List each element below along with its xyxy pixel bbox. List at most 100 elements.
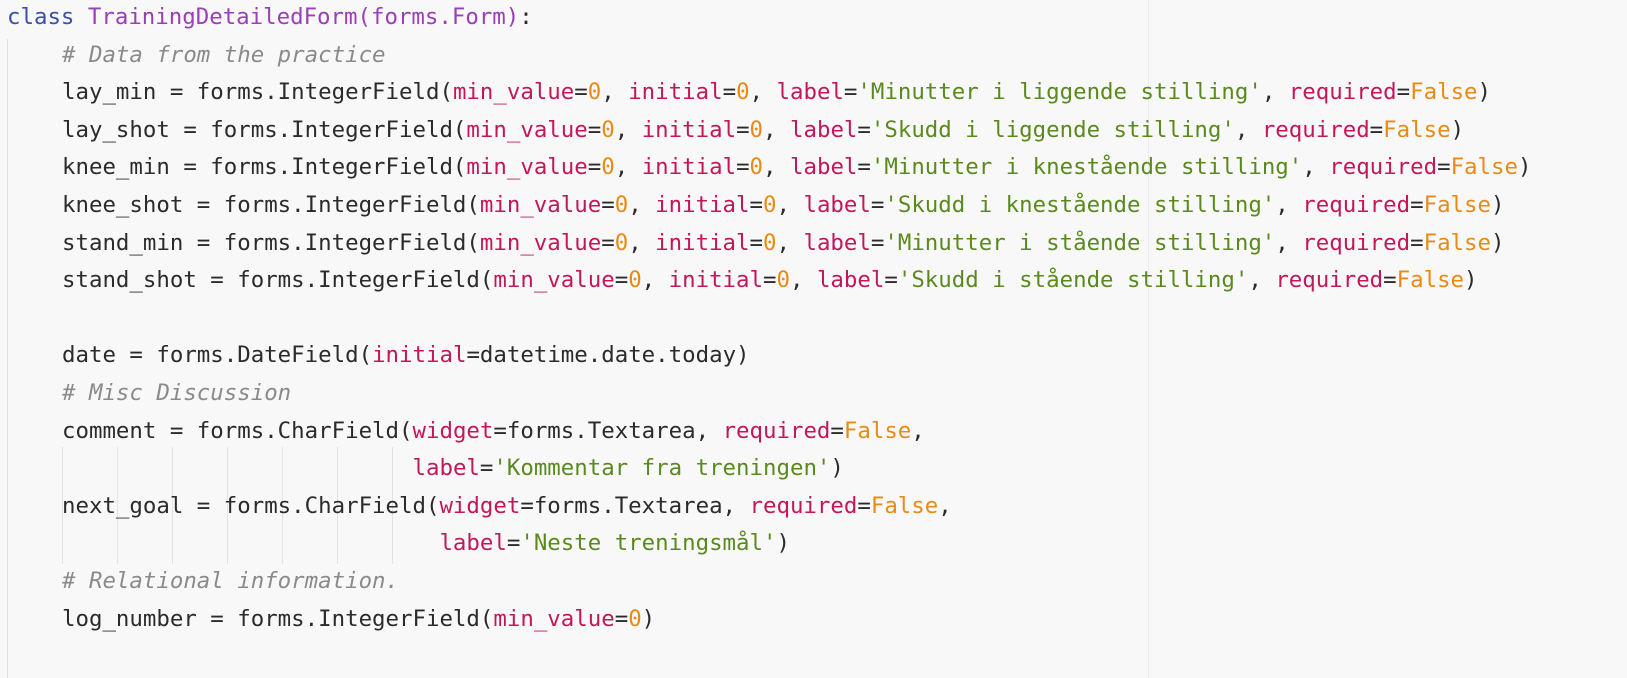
code-line[interactable]: # Relational information.: [7, 562, 399, 601]
literal: False: [1410, 79, 1478, 106]
code-text: ,: [938, 492, 952, 519]
code-text: =: [506, 530, 521, 557]
literal: 0: [763, 229, 777, 256]
code-text: =: [574, 79, 588, 106]
string-literal: 'Minutter i stående stilling': [884, 229, 1276, 256]
code-text: =forms.Textarea,: [493, 417, 723, 444]
code-text: =: [857, 154, 871, 181]
string-literal: 'Kommentar fra treningen': [493, 455, 831, 482]
code-line[interactable]: stand_shot = forms.IntegerField(min_valu…: [7, 261, 1478, 300]
comment: # Data from the practice: [62, 41, 386, 68]
keyword-argument: min_value: [493, 605, 615, 632]
code-text: =: [736, 154, 750, 181]
keyword: class: [7, 4, 88, 30]
code-text: lay_shot = forms.IntegerField(: [62, 116, 467, 143]
keyword-argument: initial: [655, 192, 750, 218]
code-text: ,: [614, 154, 642, 181]
keyword-argument: required: [1275, 267, 1384, 294]
code-text: ,: [1275, 192, 1303, 218]
code-text: =: [736, 116, 750, 143]
code-text: =: [749, 229, 764, 256]
code-line[interactable]: label='Neste treningsmål'): [7, 524, 790, 563]
keyword-argument: label: [412, 455, 480, 482]
code-text: next_goal = forms.CharField(: [62, 492, 440, 519]
literal: 0: [587, 79, 602, 106]
keyword-argument: required: [1302, 192, 1411, 218]
code-text: ,: [911, 417, 925, 444]
code-line[interactable]: knee_min = forms.IntegerField(min_value =…: [7, 148, 1531, 187]
string-literal: 'Minutter i liggende stilling': [857, 79, 1262, 106]
code-text: knee_min = forms.IntegerField(: [62, 154, 467, 181]
keyword-argument: min_value: [466, 154, 588, 181]
class-name: (forms.Form): [357, 4, 520, 30]
class-name: TrainingDetailedForm: [87, 4, 358, 30]
code-line[interactable]: next_goal = forms.CharField(widget=forms…: [7, 487, 952, 526]
keyword-argument: initial: [655, 229, 750, 256]
keyword-argument: initial: [641, 116, 737, 143]
code-text: :: [519, 4, 533, 30]
comment: # Misc Discussion: [62, 380, 292, 406]
code-line[interactable]: # Data from the practice: [7, 36, 386, 75]
literal: False: [1423, 229, 1491, 256]
code-text: ,: [776, 192, 804, 218]
keyword-argument: widget: [412, 417, 494, 444]
code-line[interactable]: # Misc Discussion: [7, 374, 291, 413]
code-text: ,: [1234, 116, 1262, 143]
code-text: =: [870, 229, 885, 256]
code-text: ): [1477, 79, 1492, 106]
code-text: =datetime.date.today): [466, 342, 750, 369]
literal: False: [1450, 154, 1518, 181]
code-text: ): [1491, 192, 1505, 218]
code-text: =: [830, 417, 844, 444]
literal: False: [843, 417, 912, 444]
code-text: ): [641, 605, 656, 632]
literal: 0: [736, 79, 750, 106]
literal: 0: [628, 267, 642, 294]
keyword-argument: min_value: [479, 229, 602, 256]
code-line[interactable]: log_number = forms.IntegerField(min_valu…: [7, 600, 655, 639]
code-text: =: [1369, 116, 1384, 143]
code-line[interactable]: class TrainingDetailedForm(forms.Form):: [7, 0, 533, 37]
code-line[interactable]: lay_min = forms.IntegerField(min_value=0…: [7, 73, 1491, 112]
code-line[interactable]: knee_shot = forms.IntegerField(min_value…: [7, 186, 1504, 225]
code-text: ,: [628, 229, 656, 256]
code-text: =: [479, 455, 494, 482]
keyword-argument: widget: [439, 492, 521, 519]
code-text: =: [614, 267, 629, 294]
keyword-argument: initial: [668, 267, 764, 294]
code-text: =: [1396, 79, 1411, 106]
code-text: =: [587, 116, 602, 143]
keyword-argument: label: [439, 530, 507, 557]
keyword-argument: label: [790, 154, 858, 181]
literal: False: [1396, 267, 1465, 294]
code-text: ): [776, 530, 790, 557]
literal: 0: [601, 116, 615, 143]
code-line[interactable]: stand_min = forms.IntegerField(min_value…: [7, 224, 1504, 263]
code-text: stand_min = forms.IntegerField(: [62, 229, 480, 256]
code-text: ,: [1302, 154, 1330, 181]
code-line[interactable]: lay_shot = forms.IntegerField(min_value=…: [7, 111, 1464, 150]
literal: False: [870, 492, 939, 519]
code-editor[interactable]: class TrainingDetailedForm(forms.Form): #…: [0, 0, 1627, 678]
keyword-argument: label: [803, 229, 871, 256]
code-text: =: [722, 79, 737, 106]
code-text: stand_shot = forms.IntegerField(: [62, 267, 494, 294]
code-text: lay_min = forms.IntegerField(: [62, 79, 453, 106]
code-text: =: [1410, 192, 1424, 218]
code-line[interactable]: comment = forms.CharField(widget=forms.T…: [7, 412, 925, 451]
code-text: ,: [1248, 267, 1276, 294]
keyword-argument: label: [816, 267, 885, 294]
keyword-argument: label: [803, 192, 871, 218]
code-line[interactable]: label='Kommentar fra treningen'): [7, 449, 844, 488]
literal: 0: [763, 192, 777, 218]
code-text: ,: [763, 116, 790, 143]
code-text: =: [1383, 267, 1397, 294]
keyword-argument: min_value: [466, 116, 588, 143]
code-text: =: [1410, 229, 1424, 256]
code-text: ,: [776, 229, 804, 256]
keyword-argument: initial: [641, 154, 737, 181]
code-text: ): [830, 455, 844, 482]
literal: 0: [614, 229, 629, 256]
code-line[interactable]: date = forms.DateField(initial=datetime.…: [7, 336, 750, 375]
